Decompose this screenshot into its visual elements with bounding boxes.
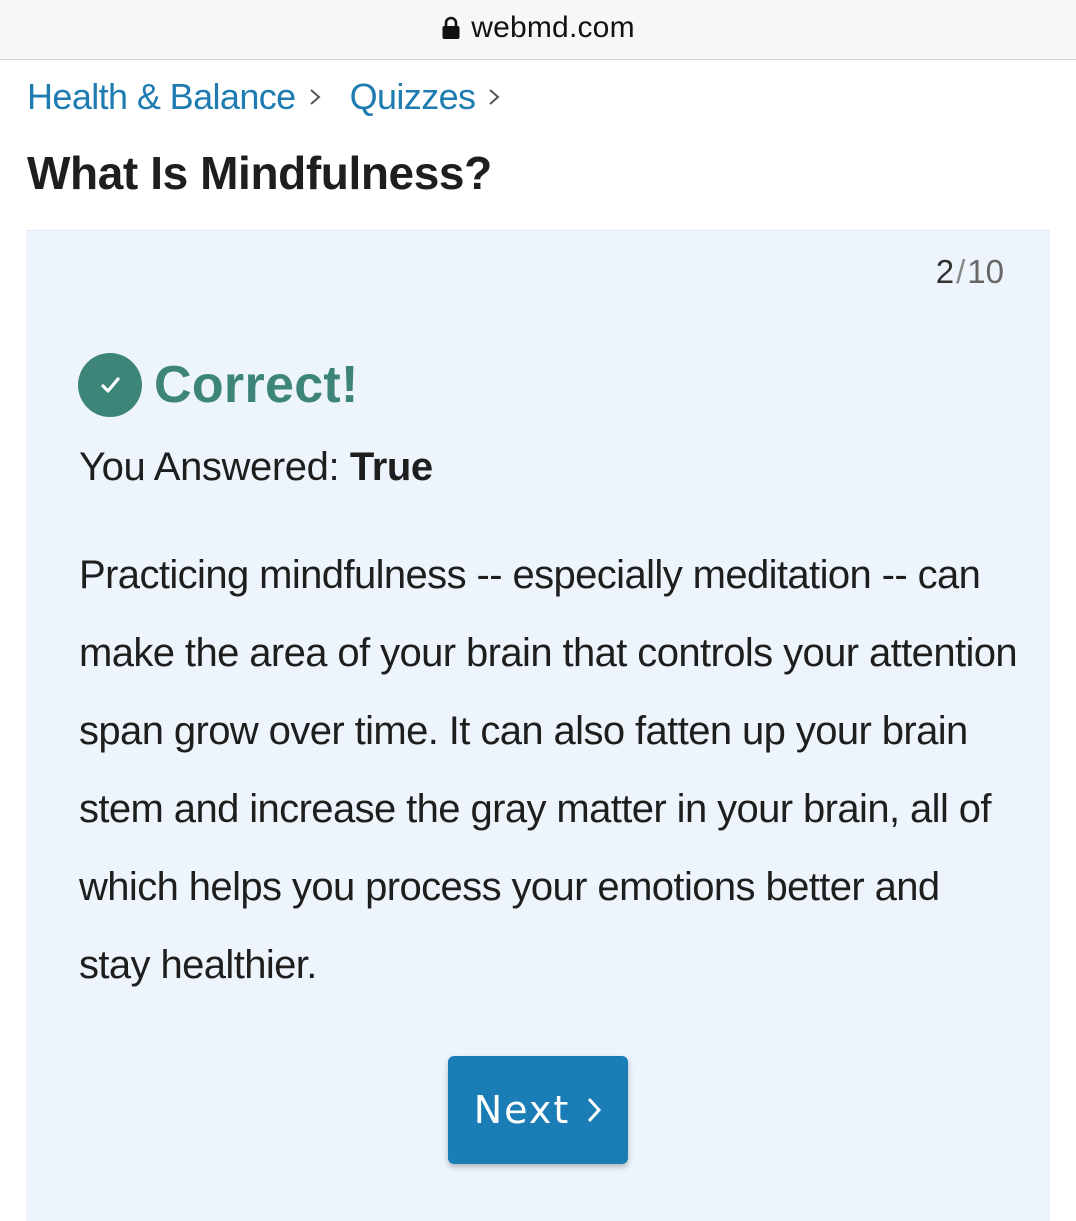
url-display[interactable]: webmd.com bbox=[441, 11, 635, 45]
url-text: webmd.com bbox=[471, 10, 635, 44]
result-label: Correct! bbox=[154, 356, 359, 414]
counter-separator: / bbox=[956, 253, 966, 290]
chevron-right-icon bbox=[588, 1097, 602, 1123]
next-button[interactable]: Next bbox=[448, 1056, 628, 1164]
question-counter: 2/10 bbox=[936, 253, 1004, 291]
breadcrumb-link-quizzes[interactable]: Quizzes bbox=[350, 76, 476, 118]
question-total: 10 bbox=[967, 253, 1004, 290]
answer-prefix: You Answered: bbox=[79, 445, 350, 489]
page-title: What Is Mindfulness? bbox=[27, 147, 492, 199]
answer-value: True bbox=[349, 445, 433, 489]
breadcrumb: Health & Balance Quizzes bbox=[27, 76, 529, 118]
chevron-right-icon bbox=[489, 89, 500, 105]
quiz-card: 2/10 Correct! You Answered: True Practic… bbox=[26, 230, 1050, 1221]
answered-line: You Answered: True bbox=[79, 445, 433, 490]
lock-icon bbox=[442, 16, 460, 39]
check-circle-icon bbox=[78, 353, 142, 417]
breadcrumb-link-health-balance[interactable]: Health & Balance bbox=[27, 76, 296, 118]
chevron-right-icon bbox=[309, 89, 321, 105]
browser-url-bar[interactable]: webmd.com bbox=[0, 0, 1076, 60]
question-current: 2 bbox=[935, 253, 955, 290]
result-heading: Correct! bbox=[78, 353, 359, 417]
next-button-label: Next bbox=[473, 1088, 571, 1132]
answer-explanation: Practicing mindfulness -- especially med… bbox=[79, 553, 1018, 987]
